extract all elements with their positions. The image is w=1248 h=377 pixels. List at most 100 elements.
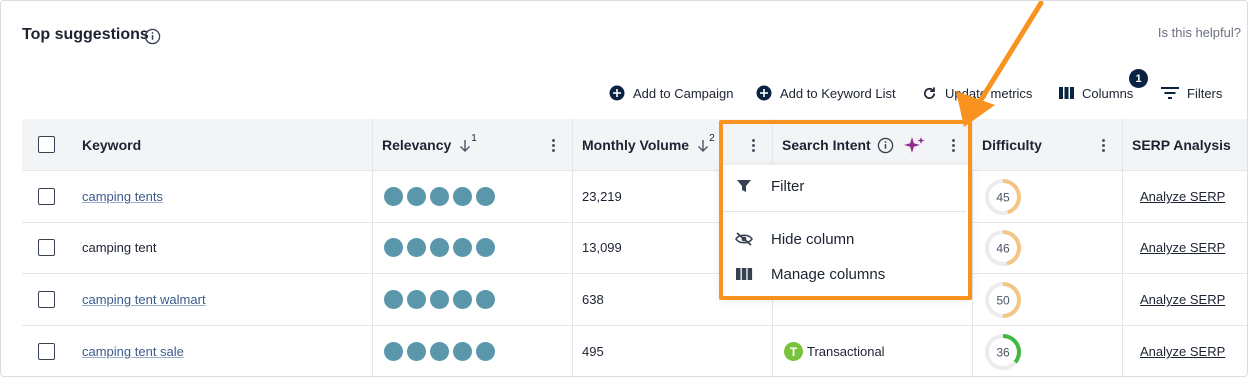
relevancy-dot: [453, 238, 472, 257]
sort-down-arrow-icon: [460, 140, 471, 152]
column-header-keyword[interactable]: Keyword: [82, 119, 141, 171]
column-header-serp-analysis[interactable]: SERP Analysis: [1132, 119, 1231, 171]
plus-circle-icon: [609, 85, 625, 101]
columns-count-badge: 1: [1129, 69, 1148, 88]
monthly-volume-cell: 638: [582, 292, 604, 307]
table-row: camping tents 23,219 45 Analyze SERP: [22, 171, 1247, 223]
analyze-serp-link[interactable]: Analyze SERP: [1140, 240, 1225, 255]
row-checkbox[interactable]: [38, 239, 55, 256]
filters-label: Filters: [1187, 85, 1223, 101]
relevancy-dot: [476, 290, 495, 309]
table-row: camping tent walmart 638 50 Analyze SERP: [22, 274, 1247, 326]
relevancy-dots: [384, 290, 495, 309]
difficulty-gauge: 50: [985, 282, 1021, 318]
column-header-difficulty[interactable]: Difficulty: [982, 119, 1042, 171]
menu-item-hide-column-label: Hide column: [771, 230, 855, 248]
monthly-volume-cell: 13,099: [582, 240, 622, 255]
keyword-cell[interactable]: camping tents: [82, 189, 163, 204]
add-to-keyword-list-label: Add to Keyword List: [780, 85, 896, 101]
relevancy-dot: [407, 238, 426, 257]
relevancy-dot: [384, 238, 403, 257]
toolbar: Add to Campaign Add to Keyword List Upda…: [1, 82, 1247, 104]
column-header-search-intent[interactable]: Search Intent: [782, 119, 926, 171]
info-icon[interactable]: [144, 28, 161, 45]
columns-label: Columns: [1082, 85, 1134, 101]
menu-divider: [721, 211, 966, 212]
table-row: camping tent sale 495 T Transactional 36 Anal…: [22, 326, 1247, 376]
relevancy-dot: [476, 342, 495, 361]
row-checkbox[interactable]: [38, 343, 55, 360]
relevancy-dots: [384, 187, 495, 206]
column-options-menu: Filter Hide column Manage columns: [721, 165, 970, 296]
difficulty-value: 36: [996, 346, 1010, 360]
keyword-cell[interactable]: camping tent sale: [82, 344, 184, 359]
add-to-keyword-list-button[interactable]: Add to Keyword List: [756, 82, 896, 104]
relevancy-dots: [384, 342, 495, 361]
columns-icon: [736, 268, 753, 280]
relevancy-dot: [430, 238, 449, 257]
keyword-cell: camping tent: [82, 240, 157, 255]
filter-lines-icon: [1161, 87, 1179, 99]
monthly-volume-column-menu-icon[interactable]: [747, 136, 759, 154]
sort-down-arrow-icon: [698, 140, 709, 152]
relevancy-dot: [384, 342, 403, 361]
difficulty-gauge: 45: [985, 179, 1021, 215]
search-intent-cell: T Transactional: [784, 342, 885, 361]
refresh-icon: [924, 86, 936, 99]
monthly-volume-header-label: Monthly Volume: [582, 137, 690, 153]
volume-sort-index: 2: [709, 132, 715, 144]
relevancy-dot: [407, 187, 426, 206]
menu-item-hide-column[interactable]: Hide column: [721, 224, 966, 254]
table-row: camping tent 13,099 46 Analyze SERP: [22, 222, 1247, 274]
analyze-serp-link[interactable]: Analyze SERP: [1140, 189, 1225, 204]
plus-circle-icon: [756, 85, 772, 101]
difficulty-value: 45: [996, 191, 1010, 205]
relevancy-dot: [430, 290, 449, 309]
helpful-feedback-link[interactable]: Is this helpful?: [1158, 25, 1241, 40]
select-all-checkbox[interactable]: [38, 136, 55, 153]
update-metrics-button[interactable]: Update metrics: [922, 82, 1032, 104]
eye-slash-icon: [735, 232, 753, 246]
analyze-serp-link[interactable]: Analyze SERP: [1140, 344, 1225, 359]
column-header-monthly-volume[interactable]: Monthly Volume 2: [582, 119, 715, 171]
monthly-volume-cell: 23,219: [582, 189, 622, 204]
relevancy-dot: [476, 238, 495, 257]
relevancy-dot: [430, 187, 449, 206]
difficulty-gauge: 36: [985, 334, 1021, 370]
table-header: Keyword Relevancy 1 Monthly Volume 2 Sea…: [22, 119, 1247, 171]
relevancy-sort-index: 1: [471, 132, 477, 144]
menu-item-manage-columns[interactable]: Manage columns: [721, 259, 966, 289]
relevancy-column-menu-icon[interactable]: [547, 136, 559, 154]
panel-title: Top suggestions: [22, 26, 149, 43]
funnel-icon: [737, 180, 751, 192]
top-suggestions-panel: Top suggestions Is this helpful? Add to …: [0, 0, 1248, 377]
relevancy-dot: [453, 290, 472, 309]
search-intent-column-menu-icon[interactable]: [947, 136, 959, 154]
search-intent-header-label: Search Intent: [782, 137, 871, 153]
row-checkbox[interactable]: [38, 291, 55, 308]
difficulty-column-menu-icon[interactable]: [1097, 136, 1109, 154]
relevancy-header-label: Relevancy: [382, 137, 452, 153]
transactional-icon: T: [784, 342, 803, 361]
analyze-serp-link[interactable]: Analyze SERP: [1140, 292, 1225, 307]
difficulty-value: 50: [996, 294, 1010, 308]
info-icon[interactable]: [877, 137, 894, 154]
columns-icon: [1059, 87, 1074, 99]
relevancy-dot: [453, 187, 472, 206]
relevancy-dot: [407, 342, 426, 361]
difficulty-gauge: 46: [985, 230, 1021, 266]
update-metrics-label: Update metrics: [945, 85, 1033, 101]
ai-sparkle-icon: [903, 137, 925, 153]
menu-item-manage-columns-label: Manage columns: [771, 265, 886, 283]
menu-item-filter-label: Filter: [771, 177, 805, 195]
row-checkbox[interactable]: [38, 188, 55, 205]
relevancy-dot: [476, 187, 495, 206]
relevancy-dot: [384, 187, 403, 206]
keyword-cell[interactable]: camping tent walmart: [82, 292, 206, 307]
filters-button[interactable]: Filters: [1161, 82, 1222, 104]
add-to-campaign-button[interactable]: Add to Campaign: [609, 82, 733, 104]
monthly-volume-cell: 495: [582, 344, 604, 359]
columns-button[interactable]: Columns: [1059, 82, 1133, 104]
column-header-relevancy[interactable]: Relevancy 1: [382, 119, 477, 171]
menu-item-filter[interactable]: Filter: [721, 171, 966, 201]
